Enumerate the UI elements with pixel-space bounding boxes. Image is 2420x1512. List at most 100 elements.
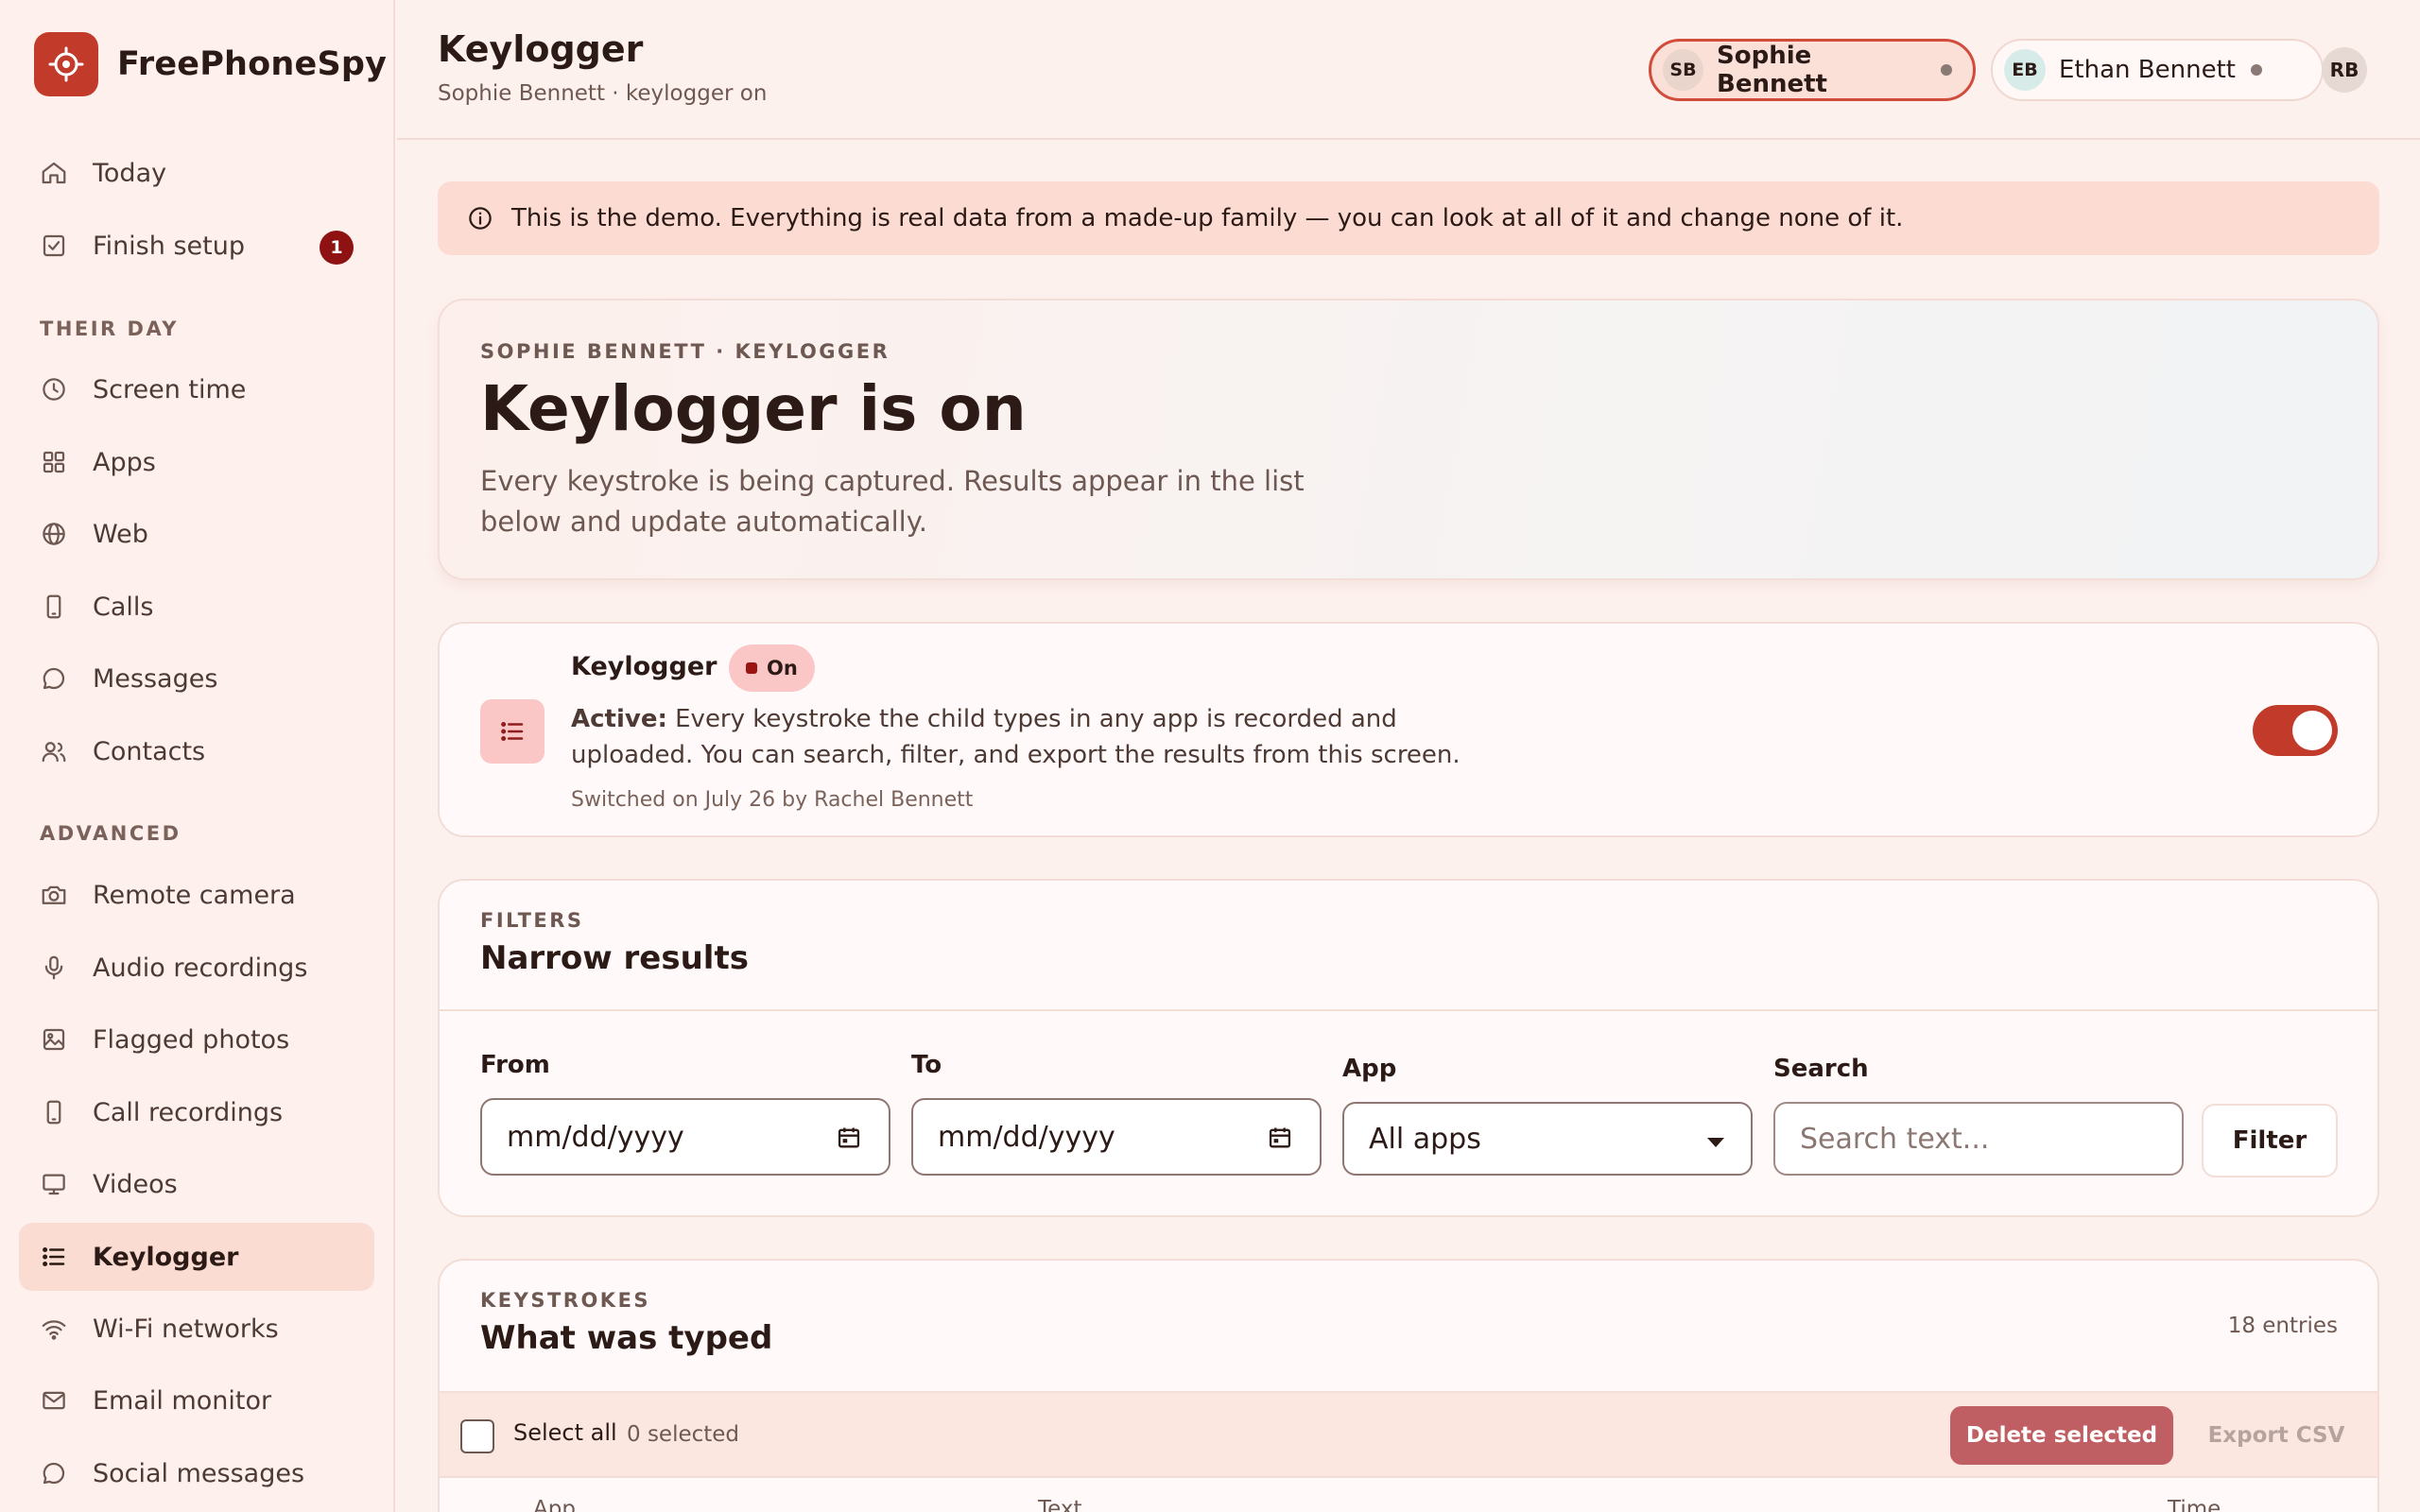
wifi-icon xyxy=(42,1320,66,1340)
from-date-input[interactable]: mm/dd/yyyy xyxy=(480,1098,890,1176)
keystrokes-title: What was typed xyxy=(480,1319,773,1357)
feature-meta: Switched on July 26 by Rachel Bennett xyxy=(571,788,974,812)
from-date-value: mm/dd/yyyy xyxy=(507,1120,684,1154)
app-label: App xyxy=(1342,1055,1397,1083)
hero-title: Keylogger is on xyxy=(480,372,1027,445)
calendar-icon[interactable] xyxy=(1267,1125,1293,1151)
brand-name: FreePhoneSpy xyxy=(117,45,388,83)
sidebar-item-label: Calls xyxy=(93,592,154,622)
to-date-input[interactable]: mm/dd/yyyy xyxy=(911,1098,1322,1176)
sidebar-item-calls[interactable]: Calls xyxy=(19,573,374,641)
sidebar-item-label: Contacts xyxy=(93,736,206,766)
sidebar-item-email-monitor[interactable]: Email monitor xyxy=(19,1366,374,1435)
sidebar-item-screen-time[interactable]: Screen time xyxy=(19,355,374,423)
sidebar-item-label: Apps xyxy=(93,447,156,477)
sidebar-item-messages[interactable]: Messages xyxy=(19,644,374,713)
export-csv-button[interactable]: Export CSV xyxy=(2196,1406,2357,1465)
phone-icon xyxy=(46,1100,61,1125)
toggle-knob xyxy=(2292,711,2332,750)
status-dot xyxy=(2250,64,2262,76)
feature-description-text: Every keystroke the child types in any a… xyxy=(571,705,1461,769)
sidebar-item-apps[interactable]: Apps xyxy=(19,428,374,496)
column-header-app[interactable]: App xyxy=(533,1497,576,1512)
sidebar-item-finish-setup[interactable]: Finish setup 1 xyxy=(19,212,374,280)
page-title: Keylogger xyxy=(438,28,644,70)
app-select-value: All apps xyxy=(1369,1122,1481,1156)
hero-card: SOPHIE BENNETT · KEYLOGGER Keylogger is … xyxy=(438,299,2379,580)
sidebar-item-label: Today xyxy=(93,158,167,188)
keylogger-feature-card: Keylogger On Active: Every keystroke the… xyxy=(438,622,2379,837)
chevron-down-icon xyxy=(1707,1138,1724,1147)
sidebar-item-flagged-photos[interactable]: Flagged photos xyxy=(19,1005,374,1074)
selection-toolbar: Select all 0 selected Delete selected Ex… xyxy=(440,1391,2377,1478)
select-all-label[interactable]: Select all xyxy=(513,1419,617,1446)
image-icon xyxy=(43,1028,65,1051)
checkbox-icon xyxy=(43,234,65,257)
account-avatar[interactable]: RB xyxy=(2322,47,2367,93)
section-their-day: THEIR DAY xyxy=(40,318,179,340)
avatar: SB xyxy=(1663,49,1704,91)
status-badge: On xyxy=(729,644,815,692)
home-icon xyxy=(42,162,66,184)
microphone-icon xyxy=(44,955,63,980)
page-subtitle: Sophie Bennett · keylogger on xyxy=(438,81,768,106)
sidebar-item-label: Audio recordings xyxy=(93,953,308,983)
keylogger-toggle[interactable] xyxy=(2253,705,2338,756)
demo-banner-text: This is the demo. Everything is real dat… xyxy=(511,204,1904,232)
sidebar-item-label: Web xyxy=(93,519,148,549)
calendar-icon[interactable] xyxy=(836,1125,862,1151)
list-icon xyxy=(43,1247,65,1266)
list-icon xyxy=(480,699,544,764)
sidebar-item-label: Wi-Fi networks xyxy=(93,1314,279,1344)
selected-count: 0 selected xyxy=(627,1422,740,1447)
sidebar-item-label: Social messages xyxy=(93,1458,305,1488)
chat-bubble-icon xyxy=(43,1462,65,1485)
filters-card: FILTERS Narrow results From mm/dd/yyyy T… xyxy=(438,879,2379,1217)
sidebar-item-videos[interactable]: Videos xyxy=(19,1150,374,1218)
people-icon xyxy=(42,742,66,763)
sidebar-item-remote-camera[interactable]: Remote camera xyxy=(19,861,374,929)
to-label: To xyxy=(911,1051,942,1079)
sidebar-item-audio-recordings[interactable]: Audio recordings xyxy=(19,934,374,1002)
sidebar-item-contacts[interactable]: Contacts xyxy=(19,717,374,785)
sidebar-item-label: Screen time xyxy=(93,374,247,404)
chat-bubble-icon xyxy=(43,667,65,690)
sidebar-item-label: Keylogger xyxy=(93,1242,239,1272)
sidebar: FreePhoneSpy Today Finish setup 1 THEIR … xyxy=(0,0,395,1512)
profile-chip-ethan[interactable]: EB Ethan Bennett xyxy=(1991,39,2324,101)
filter-button[interactable]: Filter xyxy=(2202,1104,2338,1177)
brand[interactable]: FreePhoneSpy xyxy=(34,32,387,96)
sidebar-item-label: Email monitor xyxy=(93,1385,272,1416)
sidebar-item-web[interactable]: Web xyxy=(19,500,374,568)
clock-icon xyxy=(43,378,65,401)
column-header-text[interactable]: Text xyxy=(1038,1497,1082,1512)
avatar: EB xyxy=(2004,49,2046,91)
search-placeholder: Search text... xyxy=(1800,1122,1990,1156)
entries-count: 18 entries xyxy=(2227,1314,2338,1338)
app-select[interactable]: All apps xyxy=(1342,1102,1753,1176)
profile-name: Ethan Bennett xyxy=(2059,56,2236,84)
profile-chip-sophie[interactable]: SB Sophie Bennett xyxy=(1649,39,1976,101)
info-icon xyxy=(469,207,492,230)
sidebar-item-call-recordings[interactable]: Call recordings xyxy=(19,1078,374,1146)
sidebar-item-today[interactable]: Today xyxy=(19,139,374,207)
grid-icon xyxy=(43,451,65,473)
filters-header: FILTERS Narrow results xyxy=(440,881,2377,1011)
crosshair-logo-icon xyxy=(34,32,98,96)
filters-eyebrow: FILTERS xyxy=(480,909,584,932)
feature-description: Active: Every keystroke the child types … xyxy=(571,701,1507,773)
search-label: Search xyxy=(1773,1055,1869,1083)
column-header-time[interactable]: Time xyxy=(2168,1497,2221,1512)
sidebar-item-social-messages[interactable]: Social messages xyxy=(19,1439,374,1507)
profile-name: Sophie Bennett xyxy=(1717,42,1827,98)
search-input[interactable]: Search text... xyxy=(1773,1102,2184,1176)
sidebar-item-wifi-networks[interactable]: Wi-Fi networks xyxy=(19,1295,374,1363)
delete-selected-button[interactable]: Delete selected xyxy=(1950,1406,2173,1465)
select-all-checkbox[interactable] xyxy=(460,1419,494,1453)
sidebar-item-keylogger[interactable]: Keylogger xyxy=(19,1223,374,1291)
hero-eyebrow: SOPHIE BENNETT · KEYLOGGER xyxy=(480,340,890,363)
phone-icon xyxy=(46,594,61,619)
status-indicator-icon xyxy=(746,662,757,674)
sidebar-item-label: Videos xyxy=(93,1169,178,1199)
demo-banner: This is the demo. Everything is real dat… xyxy=(438,181,2379,255)
